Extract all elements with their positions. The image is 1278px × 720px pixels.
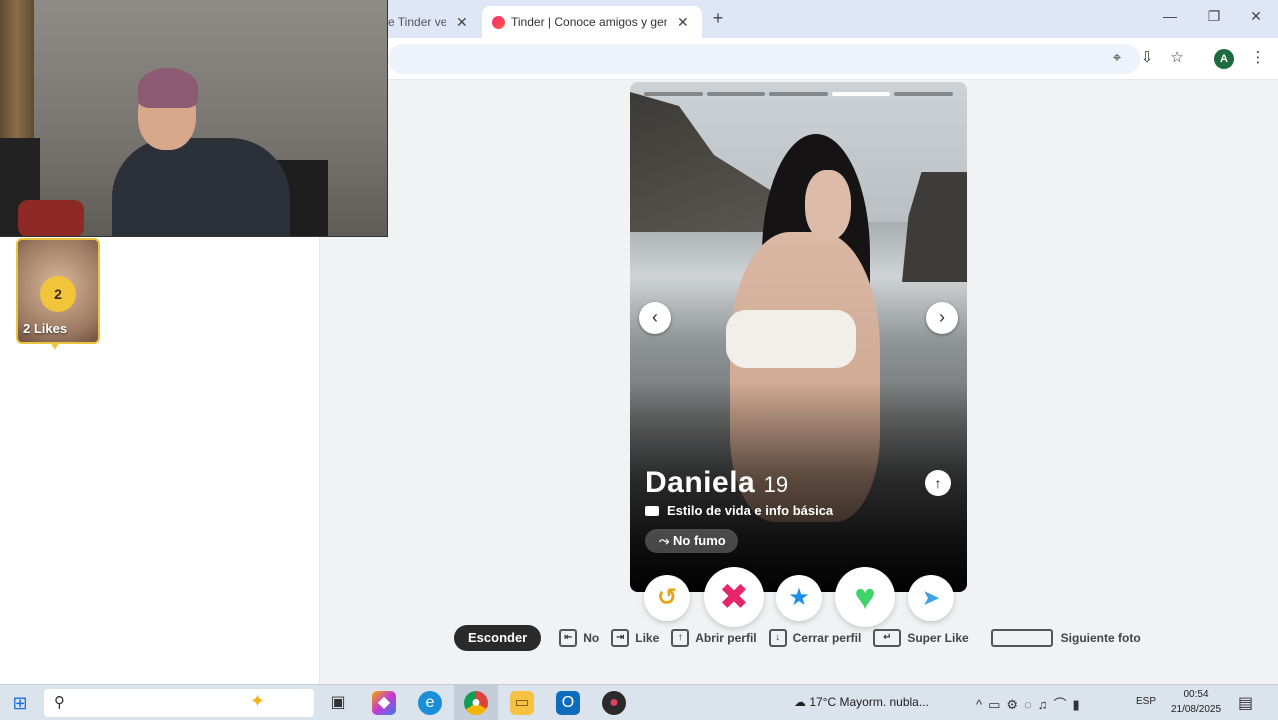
super-like-button[interactable]: ★ xyxy=(776,575,822,621)
shortcut-no: ⇤ No xyxy=(559,629,599,647)
profile-name-line: Daniela 19 xyxy=(645,466,788,500)
taskbar-search-box[interactable]: ⚲ ✦ xyxy=(44,689,314,717)
up-arrow-key-icon: ↑ xyxy=(671,629,690,647)
photo-person-face xyxy=(805,170,851,240)
tinder-flame-icon xyxy=(492,15,505,29)
search-icon: ⚲ xyxy=(54,694,65,711)
windows-taskbar: ⊞ ⚲ ✦ ▣ ◆ e ● ▭ O ● ☁ 17°C Mayorm. nubla… xyxy=(0,684,1278,720)
photo-progress-segment xyxy=(706,92,766,96)
copilot-app-icon[interactable]: ◆ xyxy=(372,691,396,715)
task-view-icon[interactable]: ▣ xyxy=(326,691,350,715)
shortcut-open-profile-label: Abrir perfil xyxy=(695,631,757,645)
tag-icon xyxy=(645,505,659,516)
windows-start-icon[interactable]: ⊞ xyxy=(10,693,30,713)
file-explorer-icon[interactable]: ▭ xyxy=(510,691,534,715)
outlook-icon[interactable]: O xyxy=(556,691,580,715)
next-photo-button[interactable]: › xyxy=(926,302,958,334)
system-tray-icons[interactable]: ^▭⚙◌♫⌒▮ xyxy=(976,694,1086,713)
chip-label: No fumo xyxy=(673,533,726,548)
smoke-icon: ⤳ xyxy=(659,533,674,548)
likes-label: 2 Likes xyxy=(23,321,68,336)
hide-shortcuts-button[interactable]: Esconder xyxy=(454,625,542,651)
address-bar[interactable] xyxy=(388,44,1140,74)
shortcut-open-profile: ↑ Abrir perfil xyxy=(671,629,757,647)
install-app-icon[interactable]: ⇩ xyxy=(1137,48,1157,68)
close-window-button[interactable]: ✕ xyxy=(1244,8,1268,25)
profile-age: 19 xyxy=(763,472,789,497)
profile-card[interactable]: ‹ › Daniela 19 ↑ Estilo de vida e info b… xyxy=(630,82,967,592)
location-icon[interactable]: ⌖ xyxy=(1107,48,1127,68)
account-avatar[interactable]: A xyxy=(1214,49,1234,69)
shortcut-no-label: No xyxy=(583,631,600,645)
maximize-button[interactable]: ❐ xyxy=(1202,8,1226,25)
previous-photo-button[interactable]: ‹ xyxy=(639,302,671,334)
like-button[interactable]: ♥ xyxy=(835,567,895,627)
shortcut-close-profile-label: Cerrar perfil xyxy=(792,631,862,645)
likes-count-badge: 2 xyxy=(40,276,76,312)
weather-text: 17°C Mayorm. nubla... xyxy=(809,695,929,709)
photo-progress-segment xyxy=(769,92,828,96)
likes-you-card[interactable]: 2 2 Likes xyxy=(16,238,100,344)
rewind-button[interactable]: ↺ xyxy=(644,575,690,621)
webcam-person-beanie xyxy=(138,68,198,108)
open-profile-up-arrow-icon[interactable]: ↑ xyxy=(925,470,951,496)
space-key-icon xyxy=(990,629,1053,647)
weather-widget[interactable]: ☁ 17°C Mayorm. nubla... xyxy=(794,695,929,709)
down-arrow-key-icon: ↓ xyxy=(768,629,787,647)
recording-app-icon[interactable]: ● xyxy=(602,691,626,715)
right-arrow-key-icon: ⇥ xyxy=(611,629,630,647)
no-smoking-chip: ⤳ No fumo xyxy=(645,529,738,553)
webcam-overlay xyxy=(0,0,388,237)
webcam-person-body xyxy=(112,138,290,236)
minimize-button[interactable]: — xyxy=(1158,8,1182,24)
lifestyle-title: Estilo de vida e info básica xyxy=(667,503,834,518)
shortcut-like-label: Like xyxy=(635,631,660,645)
profile-name: Daniela xyxy=(645,466,756,499)
notification-icon[interactable]: ▤ xyxy=(1238,693,1253,713)
edge-browser-icon[interactable]: e xyxy=(418,691,442,715)
copilot-sparkle-icon: ✦ xyxy=(250,691,266,711)
screen: e Tinder ve ✕ Tinder | Conoce amigos y g… xyxy=(0,0,1278,720)
chrome-browser-icon[interactable]: ● xyxy=(464,691,488,715)
keyboard-shortcuts-bar: Esconder ⇤ No ⇥ Like ↑ Abrir perfil ↓ Ce… xyxy=(454,625,1153,651)
language-indicator[interactable]: ESP xyxy=(1136,696,1156,707)
tab-close-icon[interactable]: ✕ xyxy=(677,14,689,31)
clock[interactable]: 00:54 21/08/2025 xyxy=(1166,687,1226,717)
nope-button[interactable]: ✖ xyxy=(704,567,764,627)
photo-progress-bar xyxy=(644,92,953,96)
shortcut-super-like-label: Super Like xyxy=(907,631,969,645)
shortcut-next-photo-label: Siguiente foto xyxy=(1060,631,1141,645)
clock-time: 00:54 xyxy=(1183,689,1209,700)
tab-previous[interactable]: e Tinder ve ✕ xyxy=(388,6,480,38)
lifestyle-section: Estilo de vida e info básica xyxy=(645,503,833,518)
shortcut-like: ⇥ Like xyxy=(611,629,659,647)
tab-title: Tinder | Conoce amigos y gente xyxy=(511,15,667,29)
shortcut-next-photo: Siguiente foto xyxy=(990,629,1141,647)
new-tab-button[interactable]: + xyxy=(708,8,728,29)
photo-progress-segment xyxy=(894,92,953,96)
left-arrow-key-icon: ⇤ xyxy=(559,629,578,647)
tab-close-icon[interactable]: ✕ xyxy=(456,14,468,31)
menu-icon[interactable]: ⋮ xyxy=(1248,48,1268,68)
shortcut-close-profile: ↓ Cerrar perfil xyxy=(768,629,862,647)
gold-heart-icon: ♥ xyxy=(51,338,59,353)
shortcut-super-like: ↵ Super Like xyxy=(873,629,969,647)
tab-tinder[interactable]: Tinder | Conoce amigos y gente ✕ xyxy=(482,6,702,38)
photo-progress-segment xyxy=(831,92,891,96)
clock-date: 21/08/2025 xyxy=(1170,704,1222,715)
boost-button[interactable]: ➤ xyxy=(908,575,954,621)
weather-cloud-icon: ☁ xyxy=(794,695,810,709)
tab-title: e Tinder ve xyxy=(388,15,446,29)
enter-key-icon: ↵ xyxy=(873,629,902,647)
photo-person-top xyxy=(726,310,856,368)
photo-progress-segment xyxy=(644,92,703,96)
star-icon[interactable]: ☆ xyxy=(1167,48,1187,68)
webcam-red-object xyxy=(18,200,84,236)
